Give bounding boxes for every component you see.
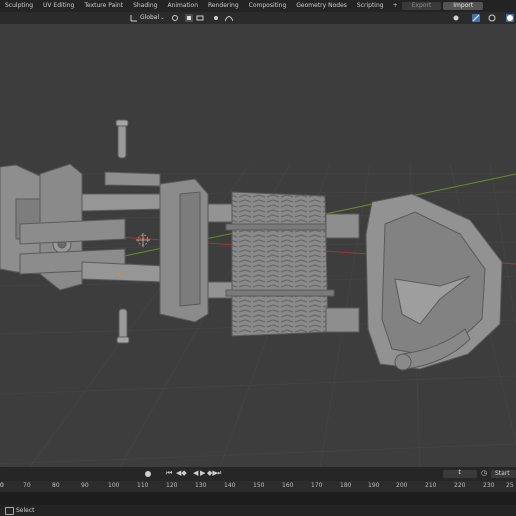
import-button[interactable]: Import xyxy=(443,2,484,10)
3d-cursor[interactable] xyxy=(136,233,150,247)
playback-controls: ⏮ ◀◆ ◀ ▶ ◆▶ ⏭ ↕ ◷ Start xyxy=(0,467,516,481)
export-button[interactable]: Export xyxy=(401,2,442,10)
play-reverse-icon[interactable]: ◀ xyxy=(193,469,198,477)
gizmo-toggle-icon[interactable] xyxy=(472,14,480,22)
snap-target-icon[interactable] xyxy=(196,14,204,22)
snap-icon[interactable] xyxy=(185,14,193,22)
viewport-canvas[interactable] xyxy=(0,24,516,467)
tab-animation[interactable]: Animation xyxy=(162,0,203,12)
chevron-down-icon: ⌄ xyxy=(160,14,166,21)
visibility-icon[interactable] xyxy=(453,14,461,22)
ruler-tick: 160 xyxy=(282,482,294,489)
ruler-tick: 210 xyxy=(425,482,437,489)
status-bar: Select xyxy=(0,505,516,516)
play-icon[interactable]: ▶ xyxy=(200,469,205,477)
ruler-tick: 150 xyxy=(253,482,265,489)
ruler-tick: 230 xyxy=(483,482,495,489)
mouse-icon xyxy=(5,507,14,515)
tab-rendering[interactable]: Rendering xyxy=(203,0,244,12)
ruler-tick: 180 xyxy=(340,482,352,489)
ruler-tick: 25 xyxy=(506,482,514,489)
workspace-tab-bar: Sculpting UV Editing Texture Paint Shadi… xyxy=(0,0,516,12)
clock-icon[interactable]: ◷ xyxy=(481,469,487,477)
ruler-tick: 130 xyxy=(195,482,207,489)
ruler-tick: 200 xyxy=(396,482,408,489)
3d-viewport[interactable] xyxy=(0,24,516,467)
proportional-editing-icon[interactable] xyxy=(212,14,220,22)
ruler-current: 0 xyxy=(0,482,4,489)
add-workspace-button[interactable]: + xyxy=(389,0,402,12)
object-origin xyxy=(117,272,121,276)
frame-ruler[interactable]: 0 70 80 90 100 110 120 130 140 150 160 1… xyxy=(0,481,516,492)
jump-keyframe-back-icon[interactable]: ◀◆ xyxy=(176,469,187,477)
status-select-label: Select xyxy=(16,507,35,514)
ruler-tick: 120 xyxy=(166,482,178,489)
ruler-tick: 190 xyxy=(368,482,380,489)
tab-scripting[interactable]: Scripting xyxy=(352,0,389,12)
ruler-tick: 80 xyxy=(52,482,60,489)
ruler-tick: 90 xyxy=(81,482,89,489)
tab-uv-editing[interactable]: UV Editing xyxy=(38,0,79,12)
overlay-icon[interactable] xyxy=(488,14,496,22)
pivot-point-icon[interactable] xyxy=(171,14,179,22)
ruler-tick: 220 xyxy=(454,482,466,489)
start-frame-field[interactable]: Start xyxy=(491,470,516,478)
orientation-dropdown[interactable]: Global xyxy=(140,14,159,22)
jump-start-icon[interactable]: ⏮ xyxy=(166,469,172,478)
transform-orientation-icon[interactable] xyxy=(130,14,138,22)
tab-shading[interactable]: Shading xyxy=(128,0,162,12)
ruler-tick: 140 xyxy=(224,482,236,489)
tab-sculpting[interactable]: Sculpting xyxy=(0,0,38,12)
tab-compositing[interactable]: Compositing xyxy=(244,0,292,12)
viewport-header: Global ⌄ xyxy=(0,12,516,24)
frame-stepper-icon: ↕ xyxy=(457,469,463,476)
ruler-tick: 110 xyxy=(137,482,149,489)
weapon-model[interactable] xyxy=(0,119,503,371)
jump-end-icon[interactable]: ⏭ xyxy=(215,469,221,478)
ruler-tick: 170 xyxy=(311,482,323,489)
tab-texture-paint[interactable]: Texture Paint xyxy=(79,0,128,12)
record-icon[interactable] xyxy=(145,471,151,477)
ruler-tick: 70 xyxy=(23,482,31,489)
current-frame-field[interactable]: ↕ xyxy=(443,469,477,478)
ruler-tick: 100 xyxy=(108,482,120,489)
tab-geometry-nodes[interactable]: Geometry Nodes xyxy=(291,0,352,12)
shading-mode-icon[interactable] xyxy=(506,14,514,22)
falloff-icon[interactable] xyxy=(224,14,234,22)
